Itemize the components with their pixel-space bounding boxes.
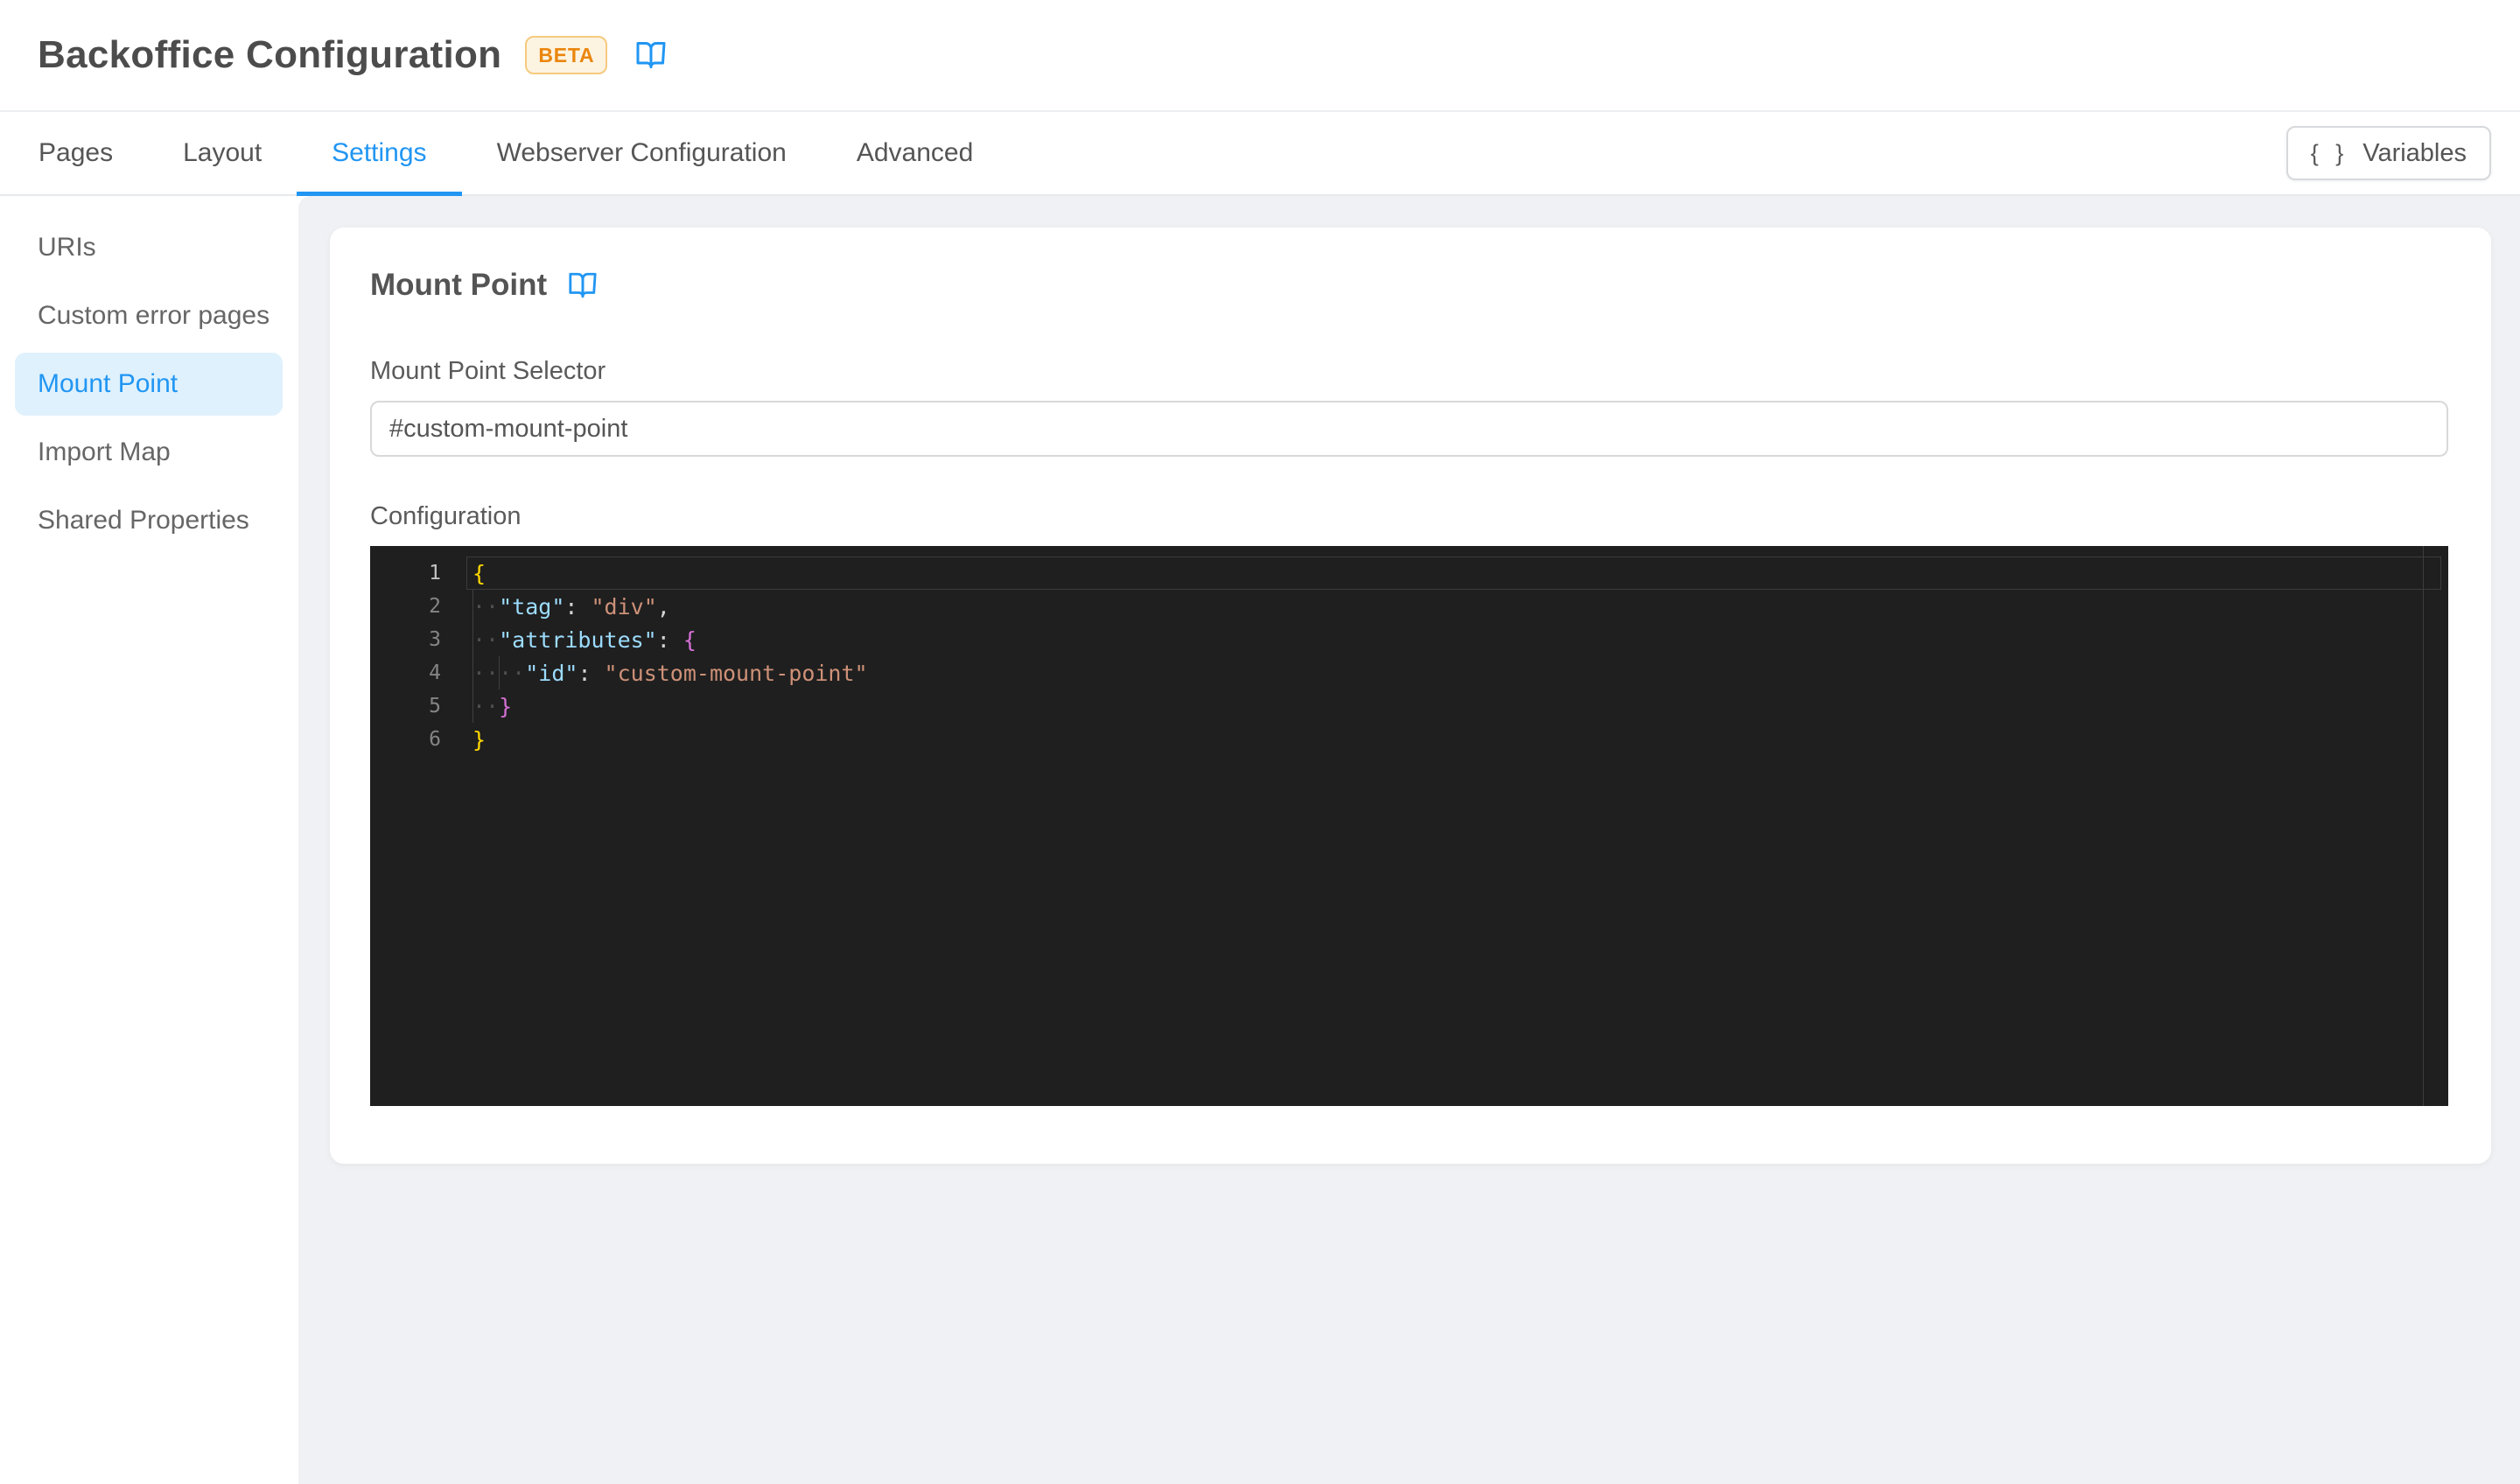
editor-scrollbar-divider: [2423, 546, 2424, 1106]
code-editor[interactable]: 1{2 ··"tag": "div", 3 ··"attributes": {4 ···…: [370, 546, 2448, 1106]
tab-layout[interactable]: Layout: [148, 112, 297, 194]
tab-settings[interactable]: Settings: [297, 112, 462, 196]
line-number: 1: [429, 562, 441, 584]
code-text: {: [472, 560, 486, 586]
settings-sidebar: URIs Custom error pages Mount Point Import …: [0, 196, 298, 1484]
line-number: 5: [429, 695, 441, 718]
sidebar-item-import-map[interactable]: Import Map: [15, 421, 283, 484]
beta-badge: BETA: [525, 36, 608, 74]
page-header: Backoffice Configuration BETA: [0, 0, 2520, 112]
line-number: 4: [429, 662, 441, 684]
tab-advanced[interactable]: Advanced: [822, 112, 1008, 194]
section-title: Mount Point: [370, 268, 548, 302]
tab-webserver-configuration[interactable]: Webserver Configuration: [462, 112, 822, 194]
variables-button[interactable]: { } Variables: [2286, 126, 2491, 180]
sidebar-item-mount-point[interactable]: Mount Point: [15, 353, 283, 416]
line-number: 6: [429, 728, 441, 751]
docs-book-icon[interactable]: [635, 39, 667, 71]
mount-point-selector-input[interactable]: [370, 401, 2448, 457]
code-line-2: 2 ··"tag": "div",: [370, 590, 2448, 623]
main-content: Mount Point Mount Point Selector Configu…: [298, 196, 2520, 1484]
configuration-label: Configuration: [370, 502, 522, 530]
sidebar-item-uris[interactable]: URIs: [15, 216, 283, 279]
current-line-highlight: [466, 556, 2441, 590]
line-number: 2: [429, 595, 441, 618]
mount-point-selector-label: Mount Point Selector: [370, 357, 606, 385]
code-text: ··"attributes": {: [472, 626, 696, 653]
variables-button-label: Variables: [2362, 138, 2467, 167]
mount-point-card: Mount Point Mount Point Selector Configu…: [330, 228, 2491, 1164]
line-number: 3: [429, 628, 441, 651]
section-title-row: Mount Point: [370, 268, 2448, 303]
code-line-5: 5 ··}: [370, 690, 2448, 723]
sidebar-item-shared-properties[interactable]: Shared Properties: [15, 489, 283, 552]
code-text: }: [472, 726, 486, 752]
code-line-3: 3 ··"attributes": {: [370, 623, 2448, 656]
sidebar-item-custom-error-pages[interactable]: Custom error pages: [15, 284, 283, 347]
code-text: ··}: [472, 693, 513, 719]
code-text: ····"id": "custom-mount-point": [472, 660, 868, 686]
code-text: ··"tag": "div",: [472, 593, 670, 620]
braces-icon: { }: [2310, 139, 2349, 166]
page-title: Backoffice Configuration: [38, 33, 502, 76]
code-line-1: 1{: [370, 556, 2448, 590]
section-docs-book-icon[interactable]: [568, 270, 598, 300]
backoffice-configuration-page: Backoffice Configuration BETA Pages Layou…: [0, 0, 2520, 1484]
page-body: URIs Custom error pages Mount Point Import …: [0, 196, 2520, 1484]
code-line-4: 4 ····"id": "custom-mount-point": [370, 656, 2448, 690]
code-line-6: 6}: [370, 723, 2448, 756]
tab-pages[interactable]: Pages: [4, 112, 148, 194]
main-tabbar: Pages Layout Settings Webserver Configurati…: [0, 112, 2520, 196]
